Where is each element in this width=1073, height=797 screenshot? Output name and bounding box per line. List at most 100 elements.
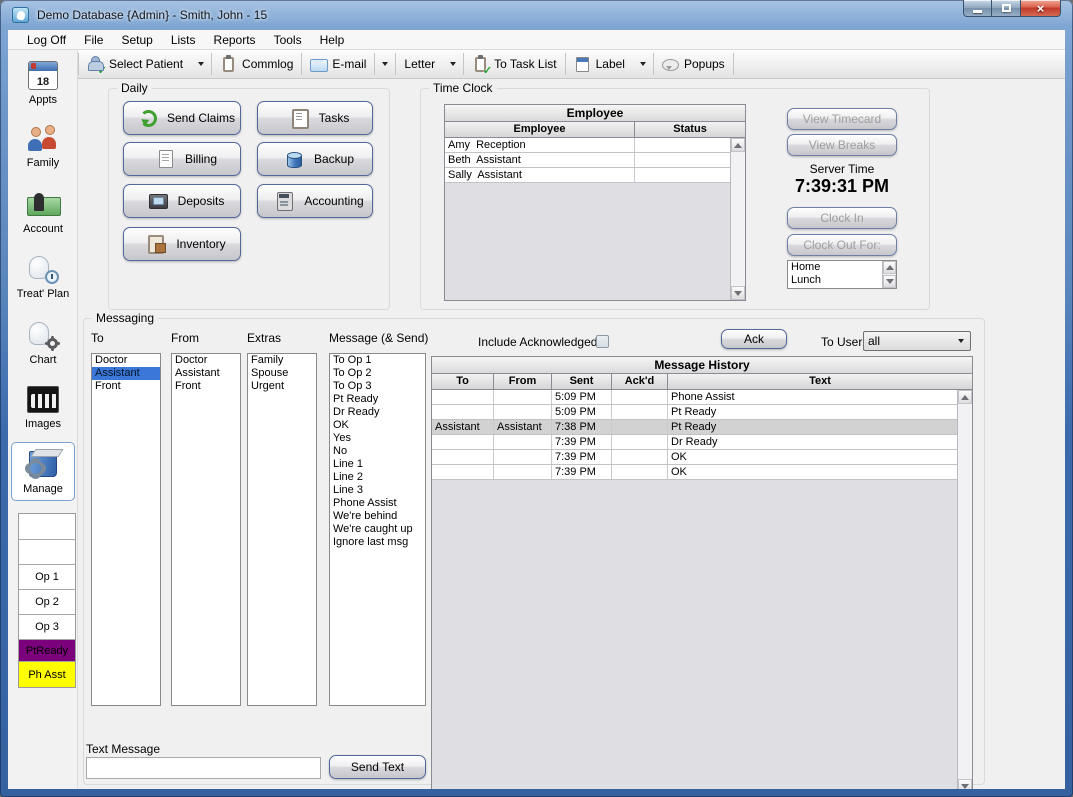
- label-button[interactable]: Label: [566, 50, 633, 78]
- menu-item-reports[interactable]: Reports: [205, 30, 265, 50]
- scroll-up-icon[interactable]: [731, 138, 745, 152]
- sidebar-item-family[interactable]: Family: [11, 121, 75, 169]
- list-item[interactable]: We're behind: [330, 510, 425, 523]
- tasks-button[interactable]: Tasks: [257, 101, 373, 135]
- op-row-op3[interactable]: Op 3: [19, 615, 75, 640]
- column-header-to[interactable]: To: [432, 374, 494, 389]
- deposits-button[interactable]: Deposits: [123, 184, 241, 218]
- list-item[interactable]: Family: [248, 354, 316, 367]
- sidebar-item-account[interactable]: Account: [11, 187, 75, 235]
- menu-item-lists[interactable]: Lists: [162, 30, 205, 50]
- list-item[interactable]: Dr Ready: [330, 406, 425, 419]
- list-item[interactable]: OK: [330, 419, 425, 432]
- column-header-sent[interactable]: Sent: [552, 374, 612, 389]
- ack-button[interactable]: Ack: [721, 329, 787, 349]
- sidebar-item-treat-plan[interactable]: Treat' Plan: [11, 252, 75, 300]
- commlog-button[interactable]: Commlog: [212, 50, 301, 78]
- select-patient-button[interactable]: ✓ Select Patient: [79, 50, 191, 78]
- accounting-button[interactable]: Accounting: [257, 184, 373, 218]
- send-claims-button[interactable]: Send Claims: [123, 101, 241, 135]
- message-history-row[interactable]: 7:39 PM OK: [432, 450, 957, 465]
- column-header-status[interactable]: Status: [635, 122, 745, 137]
- list-item[interactable]: Yes: [330, 432, 425, 445]
- list-item[interactable]: Pt Ready: [330, 393, 425, 406]
- sidebar-item-chart[interactable]: Chart: [11, 318, 75, 366]
- backup-button[interactable]: Backup: [257, 142, 373, 176]
- minimize-button[interactable]: [963, 0, 992, 17]
- list-item[interactable]: To Op 2: [330, 367, 425, 380]
- sidebar-item-manage[interactable]: Manage: [11, 442, 75, 501]
- list-item[interactable]: Line 3: [330, 484, 425, 497]
- column-header-employee[interactable]: Employee: [445, 122, 635, 137]
- employee-row[interactable]: Amy Reception: [445, 138, 745, 153]
- list-item[interactable]: To Op 1: [330, 354, 425, 367]
- op-row-empty[interactable]: [19, 540, 75, 565]
- clock-in-button[interactable]: Clock In: [787, 207, 897, 229]
- list-item[interactable]: Front: [92, 380, 160, 393]
- billing-button[interactable]: Billing: [123, 142, 241, 176]
- letter-dropdown[interactable]: [443, 50, 463, 78]
- close-button[interactable]: ×: [1021, 0, 1061, 17]
- popups-button[interactable]: Popups: [654, 50, 733, 78]
- list-item[interactable]: Assistant: [172, 367, 240, 380]
- menu-item-help[interactable]: Help: [311, 30, 354, 50]
- op-row-op2[interactable]: Op 2: [19, 590, 75, 615]
- op-row-empty[interactable]: [19, 514, 75, 540]
- text-message-input[interactable]: [86, 757, 321, 779]
- sidebar-item-images[interactable]: Images: [11, 382, 75, 430]
- menu-item-setup[interactable]: Setup: [112, 30, 161, 50]
- list-item[interactable]: We're caught up: [330, 523, 425, 536]
- menu-item-tools[interactable]: Tools: [265, 30, 311, 50]
- scroll-up-icon[interactable]: [958, 390, 972, 404]
- list-item[interactable]: Spouse: [248, 367, 316, 380]
- message-history-row[interactable]: 5:09 PM Phone Assist: [432, 390, 957, 405]
- maximize-button[interactable]: [992, 0, 1021, 17]
- op-row-op1[interactable]: Op 1: [19, 565, 75, 590]
- menu-item-file[interactable]: File: [75, 30, 112, 50]
- op-row-ptready[interactable]: PtReady: [19, 640, 75, 662]
- sidebar-item-appts[interactable]: 18 Appts: [11, 58, 75, 106]
- list-item[interactable]: Lunch: [788, 274, 896, 287]
- send-text-button[interactable]: Send Text: [329, 755, 426, 779]
- message-history-scrollbar[interactable]: [957, 390, 972, 789]
- email-button[interactable]: E-mail: [302, 50, 374, 78]
- list-item[interactable]: Home: [788, 261, 896, 274]
- employee-grid-scrollbar[interactable]: [730, 138, 745, 300]
- list-item[interactable]: Front: [172, 380, 240, 393]
- list-item-selected[interactable]: Assistant: [92, 367, 160, 380]
- scroll-down-icon[interactable]: [883, 275, 896, 288]
- view-breaks-button[interactable]: View Breaks: [787, 134, 897, 156]
- column-header-text[interactable]: Text: [668, 374, 972, 389]
- to-user-combobox[interactable]: all: [863, 331, 971, 351]
- include-acknowledged-checkbox[interactable]: [596, 335, 609, 348]
- to-task-list-button[interactable]: ✓ To Task List: [464, 50, 564, 78]
- list-item[interactable]: Doctor: [172, 354, 240, 367]
- scroll-down-icon[interactable]: [731, 286, 745, 300]
- op-row-phasst[interactable]: Ph Asst: [19, 662, 75, 687]
- column-header-from[interactable]: From: [494, 374, 552, 389]
- list-item[interactable]: To Op 3: [330, 380, 425, 393]
- list-item[interactable]: No: [330, 445, 425, 458]
- list-item[interactable]: Line 2: [330, 471, 425, 484]
- scroll-down-icon[interactable]: [958, 779, 972, 789]
- column-header-ackd[interactable]: Ack'd: [612, 374, 668, 389]
- menu-item-log-off[interactable]: Log Off: [18, 30, 75, 50]
- title-bar[interactable]: Demo Database {Admin} - Smith, John - 15…: [0, 0, 1073, 30]
- message-history-row[interactable]: 5:09 PM Pt Ready: [432, 405, 957, 420]
- options-scrollbar[interactable]: [882, 261, 896, 288]
- list-item[interactable]: Phone Assist: [330, 497, 425, 510]
- inventory-button[interactable]: Inventory: [123, 227, 241, 261]
- list-item[interactable]: Ignore last msg: [330, 536, 425, 549]
- label-dropdown[interactable]: [633, 50, 653, 78]
- list-item[interactable]: Line 1: [330, 458, 425, 471]
- list-item[interactable]: Doctor: [92, 354, 160, 367]
- message-history-row[interactable]: 7:39 PM OK: [432, 465, 957, 480]
- clock-out-options-list[interactable]: Home Lunch: [787, 260, 897, 289]
- message-history-row[interactable]: 7:39 PM Dr Ready: [432, 435, 957, 450]
- view-timecard-button[interactable]: View Timecard: [787, 108, 897, 130]
- message-history-row-selected[interactable]: Assistant Assistant 7:38 PM Pt Ready: [432, 420, 957, 435]
- letter-button[interactable]: Letter: [396, 50, 443, 78]
- scroll-up-icon[interactable]: [883, 261, 896, 274]
- list-item[interactable]: Urgent: [248, 380, 316, 393]
- employee-row[interactable]: Beth Assistant: [445, 153, 745, 168]
